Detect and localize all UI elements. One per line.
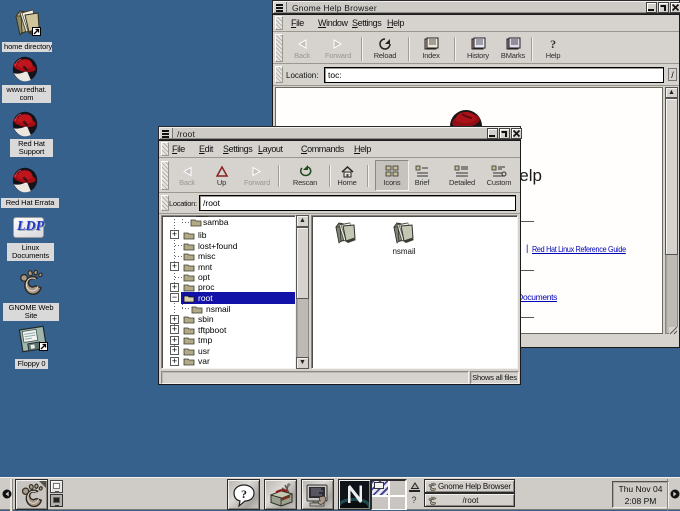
svg-text:?: ? (550, 37, 556, 51)
svg-text:?: ? (241, 487, 247, 501)
